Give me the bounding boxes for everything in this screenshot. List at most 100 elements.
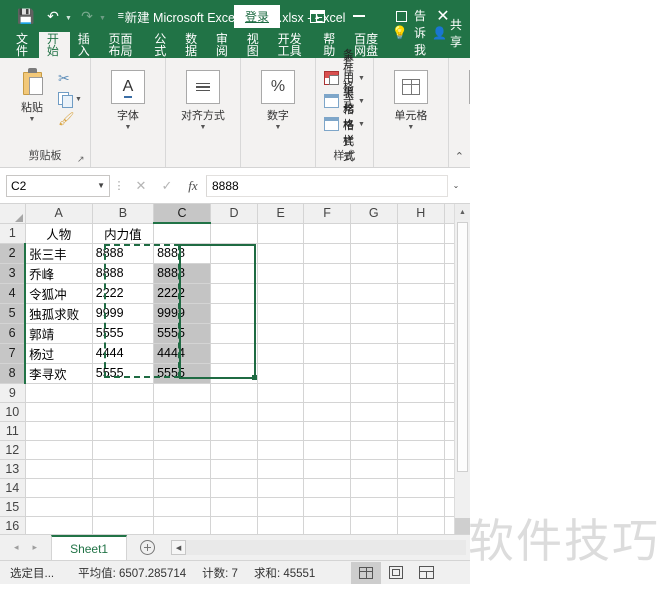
number-button[interactable]: % 数字 ▼ xyxy=(249,66,307,131)
column-header-g[interactable]: G xyxy=(350,204,398,224)
cell-d4[interactable] xyxy=(210,283,258,304)
cell-a7[interactable]: 杨过 xyxy=(25,343,93,364)
row-header-2[interactable]: 2 xyxy=(0,243,27,264)
cell-b7[interactable]: 4444 xyxy=(92,343,155,364)
cell-b14[interactable] xyxy=(92,478,155,498)
cell-d2[interactable] xyxy=(210,243,258,264)
cell-c4[interactable]: 2222 xyxy=(153,283,212,304)
customize-qat-icon[interactable]: ≡ xyxy=(109,5,133,27)
cell-d10[interactable] xyxy=(210,402,258,422)
formula-input[interactable]: 8888 xyxy=(206,174,448,197)
cell-b8[interactable]: 5555 xyxy=(92,363,155,384)
cell-g2[interactable] xyxy=(350,243,398,264)
expand-formula-bar-icon[interactable]: ⌄ xyxy=(448,181,464,190)
column-header-a[interactable]: A xyxy=(25,204,93,224)
cell-g4[interactable] xyxy=(350,283,398,304)
confirm-icon[interactable]: ✓ xyxy=(154,175,180,197)
cell-h16[interactable] xyxy=(397,516,445,534)
conditional-formatting-caret[interactable]: ▼ xyxy=(358,75,365,82)
cell-a15[interactable] xyxy=(25,497,93,517)
page-layout-view-button[interactable] xyxy=(381,562,411,584)
cell-d14[interactable] xyxy=(210,478,258,498)
copy-button[interactable]: ▼ xyxy=(58,90,82,108)
cell-h12[interactable] xyxy=(397,440,445,460)
cell-e3[interactable] xyxy=(257,263,305,284)
cell-a5[interactable]: 独孤求败 xyxy=(25,303,93,324)
vertical-scroll-thumb[interactable] xyxy=(457,222,468,472)
page-break-view-button[interactable] xyxy=(411,562,441,584)
cell-f6[interactable] xyxy=(303,323,351,344)
cell-e11[interactable] xyxy=(257,421,305,441)
paste-dropdown-caret[interactable]: ▼ xyxy=(29,116,36,123)
horizontal-scrollbar[interactable]: ◀ xyxy=(167,535,470,560)
row-header-11[interactable]: 11 xyxy=(0,421,26,441)
row-header-8[interactable]: 8 xyxy=(0,363,27,384)
cell-e15[interactable] xyxy=(257,497,305,517)
cell-b16[interactable] xyxy=(92,516,155,534)
maximize-button[interactable] xyxy=(380,1,422,31)
cell-g9[interactable] xyxy=(350,383,398,403)
cell-styles-button[interactable]: 单元格样式 ▼ xyxy=(323,87,365,163)
tab-review[interactable]: 审阅 xyxy=(208,32,239,58)
cell-a6[interactable]: 郭靖 xyxy=(25,323,93,344)
cell-a16[interactable] xyxy=(25,516,93,534)
cell-c15[interactable] xyxy=(153,497,212,517)
cell-d6[interactable] xyxy=(210,323,258,344)
cell-h11[interactable] xyxy=(397,421,445,441)
cell-b4[interactable]: 2222 xyxy=(92,283,155,304)
row-header-6[interactable]: 6 xyxy=(0,323,27,344)
cell-g12[interactable] xyxy=(350,440,398,460)
cell-h7[interactable] xyxy=(397,343,445,364)
cell-a8[interactable]: 李寻欢 xyxy=(25,363,93,384)
sign-in-button[interactable]: 登录 xyxy=(233,4,280,28)
cell-c1[interactable] xyxy=(153,223,212,244)
row-header-16[interactable]: 16 xyxy=(0,516,26,534)
cell-d7[interactable] xyxy=(210,343,258,364)
cell-b15[interactable] xyxy=(92,497,155,517)
cell-f8[interactable] xyxy=(303,363,351,384)
cell-a1[interactable]: 人物 xyxy=(25,223,93,244)
cell-e10[interactable] xyxy=(257,402,305,422)
cell-c16[interactable] xyxy=(153,516,212,534)
insert-function-icon[interactable]: fx xyxy=(180,175,206,197)
cell-f10[interactable] xyxy=(303,402,351,422)
cell-b3[interactable]: 8888 xyxy=(92,263,155,284)
cell-d12[interactable] xyxy=(210,440,258,460)
tab-data[interactable]: 数据 xyxy=(177,32,208,58)
cut-button[interactable]: ✂ xyxy=(58,70,82,87)
cell-c14[interactable] xyxy=(153,478,212,498)
format-painter-button[interactable]: 🖌 xyxy=(58,110,82,127)
cell-c8[interactable]: 5555 xyxy=(153,363,212,384)
font-button[interactable]: A 字体 ▼ xyxy=(99,66,157,131)
cell-a14[interactable] xyxy=(25,478,93,498)
number-dropdown-caret[interactable]: ▼ xyxy=(274,124,281,131)
row-header-13[interactable]: 13 xyxy=(0,459,26,479)
cell-h15[interactable] xyxy=(397,497,445,517)
sheet-tab-sheet1[interactable]: Sheet1 xyxy=(51,535,128,560)
alignment-dropdown-caret[interactable]: ▼ xyxy=(199,124,206,131)
cell-f11[interactable] xyxy=(303,421,351,441)
name-box[interactable]: C2 ▼ xyxy=(6,174,110,197)
cell-h10[interactable] xyxy=(397,402,445,422)
cell-f7[interactable] xyxy=(303,343,351,364)
cell-h9[interactable] xyxy=(397,383,445,403)
cell-c3[interactable]: 8888 xyxy=(153,263,212,284)
status-average[interactable]: 平均值: 6507.285714 xyxy=(78,565,186,581)
row-header-14[interactable]: 14 xyxy=(0,478,26,498)
cell-d1[interactable] xyxy=(210,223,258,244)
cell-a2[interactable]: 张三丰 xyxy=(25,243,93,264)
cell-g8[interactable] xyxy=(350,363,398,384)
cell-c2[interactable]: 8888 xyxy=(153,243,212,264)
minimize-button[interactable] xyxy=(338,1,380,31)
column-header-e[interactable]: E xyxy=(257,204,305,224)
cell-a12[interactable] xyxy=(25,440,93,460)
hscroll-left-icon[interactable]: ◀ xyxy=(171,540,187,555)
cell-e12[interactable] xyxy=(257,440,305,460)
clipboard-dialog-launcher-icon[interactable]: ↗ xyxy=(77,155,86,164)
cell-d16[interactable] xyxy=(210,516,258,534)
cell-b12[interactable] xyxy=(92,440,155,460)
cell-e14[interactable] xyxy=(257,478,305,498)
cell-e1[interactable] xyxy=(257,223,305,244)
cell-c12[interactable] xyxy=(153,440,212,460)
tab-home[interactable]: 开始 xyxy=(38,32,70,58)
